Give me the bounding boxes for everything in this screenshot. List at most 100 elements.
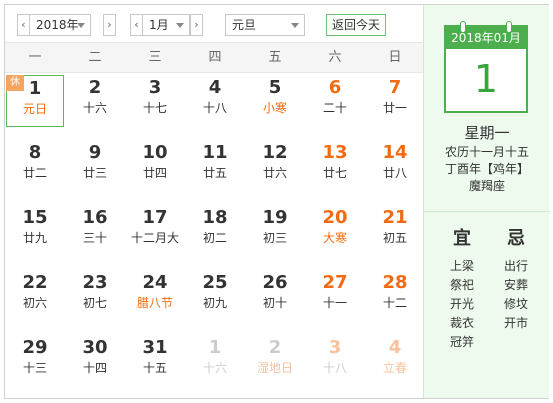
day-cell[interactable]: 10 廿四 <box>126 140 184 192</box>
day-number: 30 <box>82 337 108 358</box>
next-month-button[interactable]: › <box>190 14 203 36</box>
lunar-label: 廿七 <box>322 166 347 180</box>
day-number: 13 <box>322 142 348 163</box>
day-number: 16 <box>82 207 108 228</box>
day-number: 6 <box>328 77 342 98</box>
panel-lunar-date: 农历十一月十五 <box>444 145 529 159</box>
lunar-label: 十三 <box>22 361 47 375</box>
day-cell[interactable]: 31 十五 <box>126 335 184 387</box>
lunar-label: 十八 <box>322 361 347 375</box>
day-cell[interactable]: 17 十二月大 <box>126 205 184 257</box>
day-cell[interactable]: 11 廿五 <box>186 140 244 192</box>
weekday-header: 一二三四五六日 <box>5 43 423 73</box>
panel-divider <box>424 211 550 212</box>
caret-down-icon <box>176 23 184 28</box>
inauspicious-item: 修坟 <box>503 297 528 311</box>
day-cell[interactable]: 16 三十 <box>66 205 124 257</box>
day-cell[interactable]: 1 十六 <box>186 335 244 387</box>
day-cell[interactable]: 8 廿二 <box>6 140 64 192</box>
back-to-today-button[interactable]: 返回今天 <box>326 14 386 36</box>
inauspicious-title: 忌 <box>507 228 525 249</box>
day-cell[interactable]: 29 十三 <box>6 335 64 387</box>
day-number: 22 <box>22 272 48 293</box>
month-select-value: 1月 <box>149 18 169 32</box>
day-detail-panel: 2018年01月 1 星期一 农历十一月十五 丁酉年【鸡年】 魔羯座 宜 上梁祭… <box>423 5 550 398</box>
day-cell[interactable]: 休 1 元日 <box>6 75 64 127</box>
day-number: 10 <box>142 142 168 163</box>
next-year-button[interactable]: › <box>103 14 116 36</box>
day-number: 27 <box>322 272 348 293</box>
day-cell[interactable]: 23 初七 <box>66 270 124 322</box>
lunar-label: 初五 <box>382 231 407 245</box>
lunar-label: 廿六 <box>262 166 287 180</box>
day-cell[interactable]: 12 廿六 <box>246 140 304 192</box>
day-cell[interactable]: 2 湿地日 <box>246 335 304 387</box>
day-cell[interactable]: 3 十八 <box>306 335 364 387</box>
day-number: 11 <box>202 142 228 163</box>
day-cell[interactable]: 7 廿一 <box>366 75 424 127</box>
lunar-label: 十七 <box>142 101 167 115</box>
day-number: 23 <box>82 272 108 293</box>
lunar-label: 十八 <box>202 101 227 115</box>
day-cell[interactable]: 26 初十 <box>246 270 304 322</box>
weekday-label: 四 <box>208 50 222 65</box>
day-number: 19 <box>262 207 288 228</box>
lunar-label: 十二 <box>382 296 407 310</box>
day-cell[interactable]: 5 小寒 <box>246 75 304 127</box>
day-cell[interactable]: 4 十八 <box>186 75 244 127</box>
day-cell[interactable]: 30 十四 <box>66 335 124 387</box>
lunar-label: 大寒 <box>322 231 347 245</box>
weekday-label: 日 <box>388 50 402 65</box>
binder-ring-icon <box>460 21 466 33</box>
day-cell[interactable]: 9 廿三 <box>66 140 124 192</box>
lunar-label: 廿八 <box>382 166 407 180</box>
day-cell[interactable]: 18 初二 <box>186 205 244 257</box>
panel-day-number: 1 <box>473 57 499 101</box>
chevron-left-icon: ‹ <box>134 18 139 31</box>
holiday-select[interactable]: 元旦 <box>225 14 305 36</box>
day-cell[interactable]: 15 廿九 <box>6 205 64 257</box>
day-cell[interactable]: 6 二十 <box>306 75 364 127</box>
day-cell[interactable]: 22 初六 <box>6 270 64 322</box>
lunar-label: 湿地日 <box>256 361 293 375</box>
lunar-label: 二十 <box>322 101 347 115</box>
inauspicious-list: 忌 出行 安葬 修坟 开市 <box>486 227 546 333</box>
day-cell[interactable]: 28 十二 <box>366 270 424 322</box>
day-cell[interactable]: 4 立春 <box>366 335 424 387</box>
year-select[interactable]: 2018年 <box>29 14 91 36</box>
auspicious-item: 祭祀 <box>449 278 474 292</box>
day-cell[interactable]: 25 初九 <box>186 270 244 322</box>
lunar-label: 廿二 <box>22 166 47 180</box>
day-number: 8 <box>28 142 42 163</box>
day-cell[interactable]: 24 腊八节 <box>126 270 184 322</box>
day-cell[interactable]: 2 十六 <box>66 75 124 127</box>
day-number: 15 <box>22 207 48 228</box>
day-cell[interactable]: 13 廿七 <box>306 140 364 192</box>
panel-month-header: 2018年01月 <box>446 27 526 49</box>
day-number: 31 <box>142 337 168 358</box>
panel-zodiac-sign: 魔羯座 <box>468 179 505 193</box>
day-number: 3 <box>148 77 162 98</box>
chevron-left-icon: ‹ <box>21 18 26 31</box>
year-select-value: 2018年 <box>36 18 79 32</box>
day-number: 5 <box>268 77 282 98</box>
day-cell[interactable]: 3 十七 <box>126 75 184 127</box>
day-cell[interactable]: 20 大寒 <box>306 205 364 257</box>
day-number: 24 <box>142 272 168 293</box>
day-cell[interactable]: 14 廿八 <box>366 140 424 192</box>
day-number: 26 <box>262 272 288 293</box>
lunar-label: 廿五 <box>202 166 227 180</box>
day-number: 2 <box>268 337 282 358</box>
lunar-label: 初六 <box>22 296 47 310</box>
day-cell[interactable]: 21 初五 <box>366 205 424 257</box>
month-select[interactable]: 1月 <box>142 14 190 36</box>
day-cell[interactable]: 19 初三 <box>246 205 304 257</box>
day-number: 2 <box>88 77 102 98</box>
day-number: 4 <box>208 77 222 98</box>
caret-down-icon <box>77 23 85 28</box>
lunar-label: 初二 <box>202 231 227 245</box>
day-number: 17 <box>142 207 168 228</box>
day-cell[interactable]: 27 十一 <box>306 270 364 322</box>
lunar-label: 十六 <box>202 361 227 375</box>
caret-down-icon <box>291 23 299 28</box>
